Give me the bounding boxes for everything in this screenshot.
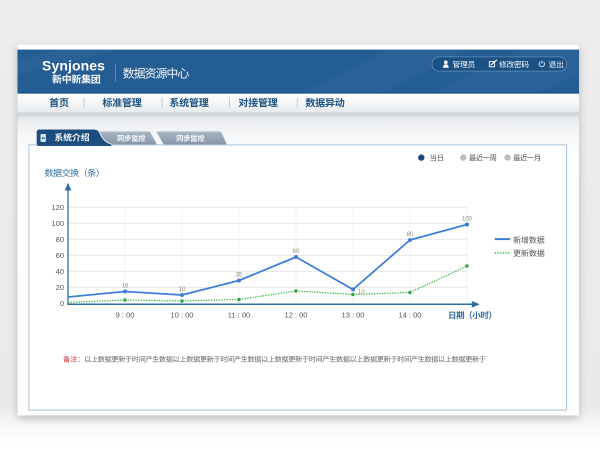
svg-text:40: 40: [56, 267, 64, 276]
svg-text:18: 18: [122, 284, 129, 290]
svg-text:100: 100: [462, 217, 473, 223]
svg-text:10: 10: [179, 287, 186, 293]
svg-text:12 : 00: 12 : 00: [285, 311, 308, 320]
svg-text:10 : 00: 10 : 00: [171, 311, 194, 320]
svg-text:10: 10: [358, 290, 365, 296]
svg-text:11 : 00: 11 : 00: [228, 311, 250, 320]
svg-text:60: 60: [56, 251, 64, 260]
svg-text:35: 35: [236, 273, 243, 279]
svg-text:9 : 00: 9 : 00: [116, 311, 135, 320]
svg-text:13 : 00: 13 : 00: [342, 311, 365, 320]
svg-text:80: 80: [56, 235, 64, 244]
svg-text:14 : 00: 14 : 00: [399, 311, 422, 320]
svg-text:Synjones: Synjones: [42, 57, 105, 73]
svg-text:120: 120: [51, 203, 64, 212]
svg-text:20: 20: [56, 283, 64, 292]
svg-text:60: 60: [293, 249, 300, 255]
svg-text:0: 0: [60, 299, 64, 308]
svg-text:80: 80: [407, 232, 414, 238]
svg-text:100: 100: [51, 219, 64, 228]
